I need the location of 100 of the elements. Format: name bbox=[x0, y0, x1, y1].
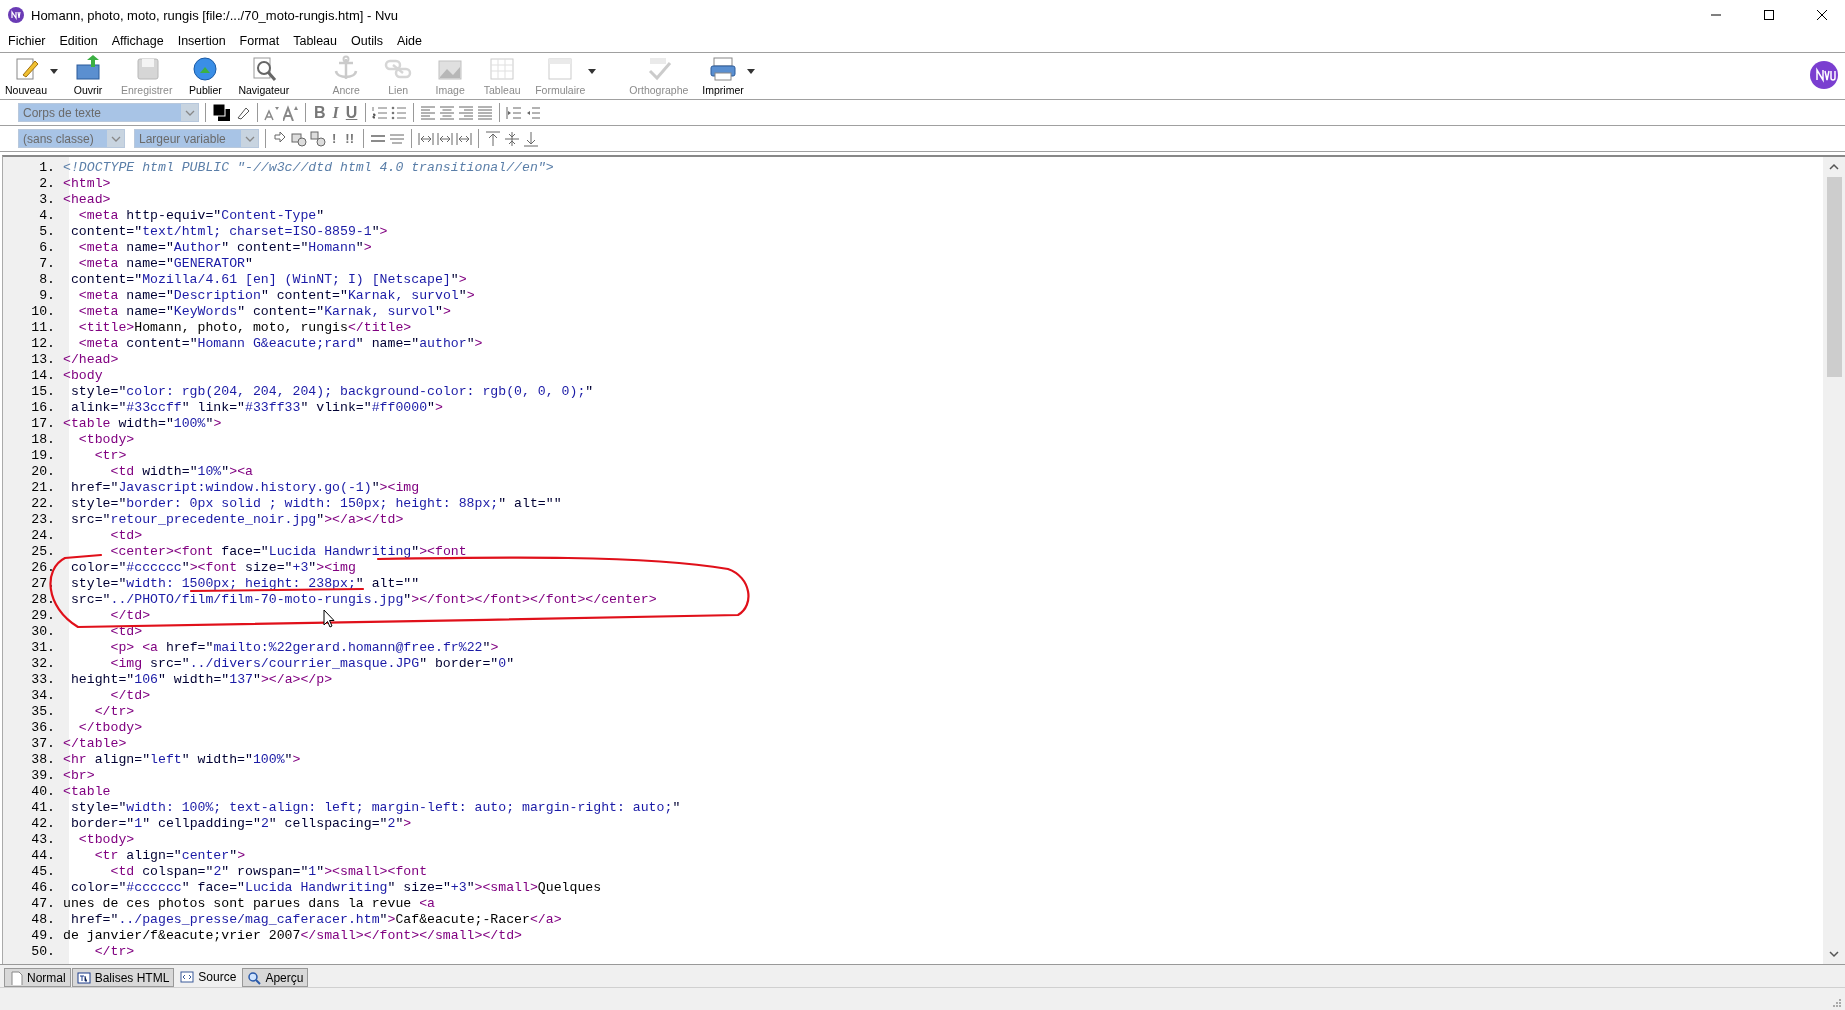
numbered-list-icon[interactable] bbox=[372, 104, 389, 121]
toolbar-button[interactable]: Navigateur bbox=[235, 53, 293, 96]
code-line: <head> bbox=[63, 192, 111, 208]
line-number: 15. bbox=[30, 384, 56, 400]
line-number: 8. bbox=[38, 272, 56, 288]
menu-item[interactable]: Tableau bbox=[287, 32, 345, 50]
code-line: <center><font face="Lucida Handwriting"><font bbox=[109, 544, 467, 560]
strong-emphasis-button[interactable]: !! bbox=[342, 131, 357, 146]
line-number: 29. bbox=[30, 608, 56, 624]
toolbar-button[interactable]: Nouveau bbox=[2, 53, 51, 96]
code-line: src="../PHOTO/film/film-70-moto-rungis.jpg"></font></font></font></center> bbox=[69, 592, 657, 608]
code-line: <meta name="GENERATOR" bbox=[77, 256, 253, 272]
page-icon bbox=[9, 970, 23, 985]
line-number: 47. bbox=[30, 896, 56, 912]
shapes-icon[interactable] bbox=[291, 130, 307, 147]
toolbar-button[interactable]: Ouvrir bbox=[66, 53, 111, 96]
code-line: </td> bbox=[109, 608, 151, 624]
line-number: 17. bbox=[30, 416, 56, 432]
line-number: 5. bbox=[38, 224, 56, 240]
code-line: <td colspan="2" rowspan="1"><small><font bbox=[109, 864, 428, 880]
app-logo-icon bbox=[8, 7, 24, 23]
underline-button[interactable]: U bbox=[343, 103, 360, 122]
menu-item[interactable]: Edition bbox=[53, 32, 106, 50]
line-number: 36. bbox=[30, 720, 56, 736]
font-larger-icon[interactable] bbox=[283, 104, 299, 121]
code-line: src="retour_precedente_noir.jpg"></a></td> bbox=[69, 512, 404, 528]
italic-button[interactable]: I bbox=[330, 103, 341, 122]
width-arrows-icon[interactable] bbox=[437, 130, 453, 147]
code-line: </tr> bbox=[93, 944, 135, 960]
shapes-icon[interactable] bbox=[310, 130, 326, 147]
code-line: <meta name="Description" content="Karnak, survol"> bbox=[77, 288, 475, 304]
font-smaller-icon[interactable] bbox=[264, 104, 280, 121]
code-line: <meta http-equiv="Content-Type" bbox=[77, 208, 325, 224]
code-line: content="Mozilla/4.61 [en] (WinNT; I) [Netscape]"> bbox=[69, 272, 467, 288]
line-number: 20. bbox=[30, 464, 56, 480]
code-line: </td> bbox=[109, 688, 151, 704]
align-top-icon[interactable] bbox=[485, 130, 501, 147]
view-tab[interactable]: Aperçu bbox=[242, 968, 309, 987]
code-line: <p> <a href="mailto:%22gerard.homann@free.fr%22"> bbox=[109, 640, 499, 656]
menu-item[interactable]: Aide bbox=[390, 32, 430, 50]
code-line: <table bbox=[63, 784, 111, 800]
line-number: 16. bbox=[30, 400, 56, 416]
menu-item[interactable]: Outils bbox=[345, 32, 391, 50]
code-line: <tr> bbox=[93, 448, 127, 464]
line-number: 41. bbox=[30, 800, 56, 816]
scrollbar-thumb[interactable] bbox=[1826, 177, 1842, 377]
scroll-up-icon[interactable] bbox=[1829, 163, 1839, 171]
menu-item[interactable]: Format bbox=[233, 32, 288, 50]
width-arrows-icon[interactable] bbox=[418, 130, 434, 147]
emphasis-button[interactable]: ! bbox=[329, 131, 340, 146]
code-line: </tbody> bbox=[77, 720, 143, 736]
line-number: 34. bbox=[30, 688, 56, 704]
line-number: 44. bbox=[30, 848, 56, 864]
align-bottom-icon[interactable] bbox=[523, 130, 539, 147]
code-line: de janvier/f&eacute;vrier 2007</small></font></small></td> bbox=[63, 928, 522, 944]
line-number: 2. bbox=[38, 176, 56, 192]
code-line: <tbody> bbox=[77, 832, 135, 848]
printer-icon bbox=[708, 55, 739, 83]
line-number: 7. bbox=[38, 256, 56, 272]
tag-icon bbox=[76, 970, 91, 985]
code-line: </table> bbox=[63, 736, 127, 752]
app-logo-icon bbox=[1809, 60, 1839, 90]
view-tab[interactable]: Normal bbox=[4, 968, 71, 987]
line-number: 10. bbox=[30, 304, 56, 320]
code-line: style="color: rgb(204, 204, 204); background-color: rgb(0, 0, 0);" bbox=[69, 384, 594, 400]
line-number: 9. bbox=[38, 288, 56, 304]
text-color-icon[interactable] bbox=[212, 102, 232, 123]
caret-icon[interactable] bbox=[746, 69, 755, 74]
toolbar-button[interactable]: Imprimer bbox=[699, 53, 747, 96]
line-number: 6. bbox=[38, 240, 56, 256]
scrollbar[interactable] bbox=[1823, 157, 1845, 964]
menu-item[interactable]: Insertion bbox=[171, 32, 234, 50]
code-line: alink="#33ccff" link="#33ff33" vlink="#ff0000"> bbox=[69, 400, 443, 416]
line-number: 43. bbox=[30, 832, 56, 848]
code-line: style="width: 1500px; height: 238px;" alt="" bbox=[69, 576, 420, 592]
bold-button[interactable]: B bbox=[312, 103, 328, 122]
code-line: <body bbox=[63, 368, 103, 384]
line-number: 1. bbox=[38, 160, 56, 176]
caret-icon[interactable] bbox=[50, 69, 59, 74]
code-line: <td> bbox=[109, 528, 143, 544]
code-line: <td> bbox=[109, 624, 143, 640]
code-line: <!DOCTYPE html PUBLIC "-//w3c//dtd html 4.0 transitional//en"> bbox=[63, 160, 554, 176]
view-tab[interactable]: Balises HTML bbox=[71, 968, 175, 987]
code-line: <tr align="center"> bbox=[93, 848, 246, 864]
line-number: 13. bbox=[30, 352, 56, 368]
align-middle-icon[interactable] bbox=[504, 130, 520, 147]
bullet-list-icon[interactable] bbox=[391, 104, 408, 121]
width-arrows-icon[interactable] bbox=[456, 130, 472, 147]
code-icon bbox=[180, 969, 195, 984]
line-number: 46. bbox=[30, 880, 56, 896]
scroll-down-icon[interactable] bbox=[1829, 950, 1839, 958]
code-line: border="1" cellpadding="2" cellspacing="2"> bbox=[69, 816, 412, 832]
menu-item[interactable]: Fichier bbox=[2, 32, 54, 50]
toolbar-button[interactable]: Publier bbox=[183, 53, 228, 96]
resize-grip-icon[interactable] bbox=[1830, 996, 1842, 1008]
line-number: 3. bbox=[38, 192, 56, 208]
code-line: style="width: 100%; text-align: left; margin-left: auto; margin-right: auto;" bbox=[69, 800, 681, 816]
line-number: 50. bbox=[30, 944, 56, 960]
line-number: 4. bbox=[38, 208, 56, 224]
menu-item[interactable]: Affichage bbox=[105, 32, 172, 50]
